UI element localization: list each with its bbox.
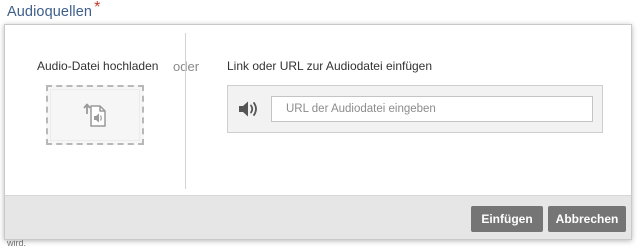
url-label: Link oder URL zur Audiodatei einfügen (227, 59, 433, 73)
cancel-button[interactable]: Abbrechen (548, 206, 626, 232)
url-input[interactable] (271, 96, 593, 122)
or-separator: oder (173, 59, 200, 74)
upload-dropzone[interactable] (46, 85, 144, 145)
insert-button[interactable]: Einfügen (471, 206, 543, 232)
upload-label: Audio-Datei hochladen (37, 59, 159, 73)
section-title: Audioquellen * (7, 0, 101, 21)
dialog-body: Audio-Datei hochladen oder Link oder URL… (5, 25, 631, 197)
url-input-group (227, 85, 603, 133)
required-marker: * (94, 0, 101, 16)
page: Audioquellen * wird. Audio-Datei hochlade… (0, 0, 640, 250)
dialog-footer: Einfügen Abbrechen (5, 195, 631, 239)
speaker-icon (237, 99, 261, 119)
upload-audio-file-icon (83, 102, 107, 128)
audio-source-dialog: Audio-Datei hochladen oder Link oder URL… (4, 24, 632, 240)
vertical-divider (185, 33, 186, 189)
section-title-text: Audioquellen (7, 4, 93, 20)
